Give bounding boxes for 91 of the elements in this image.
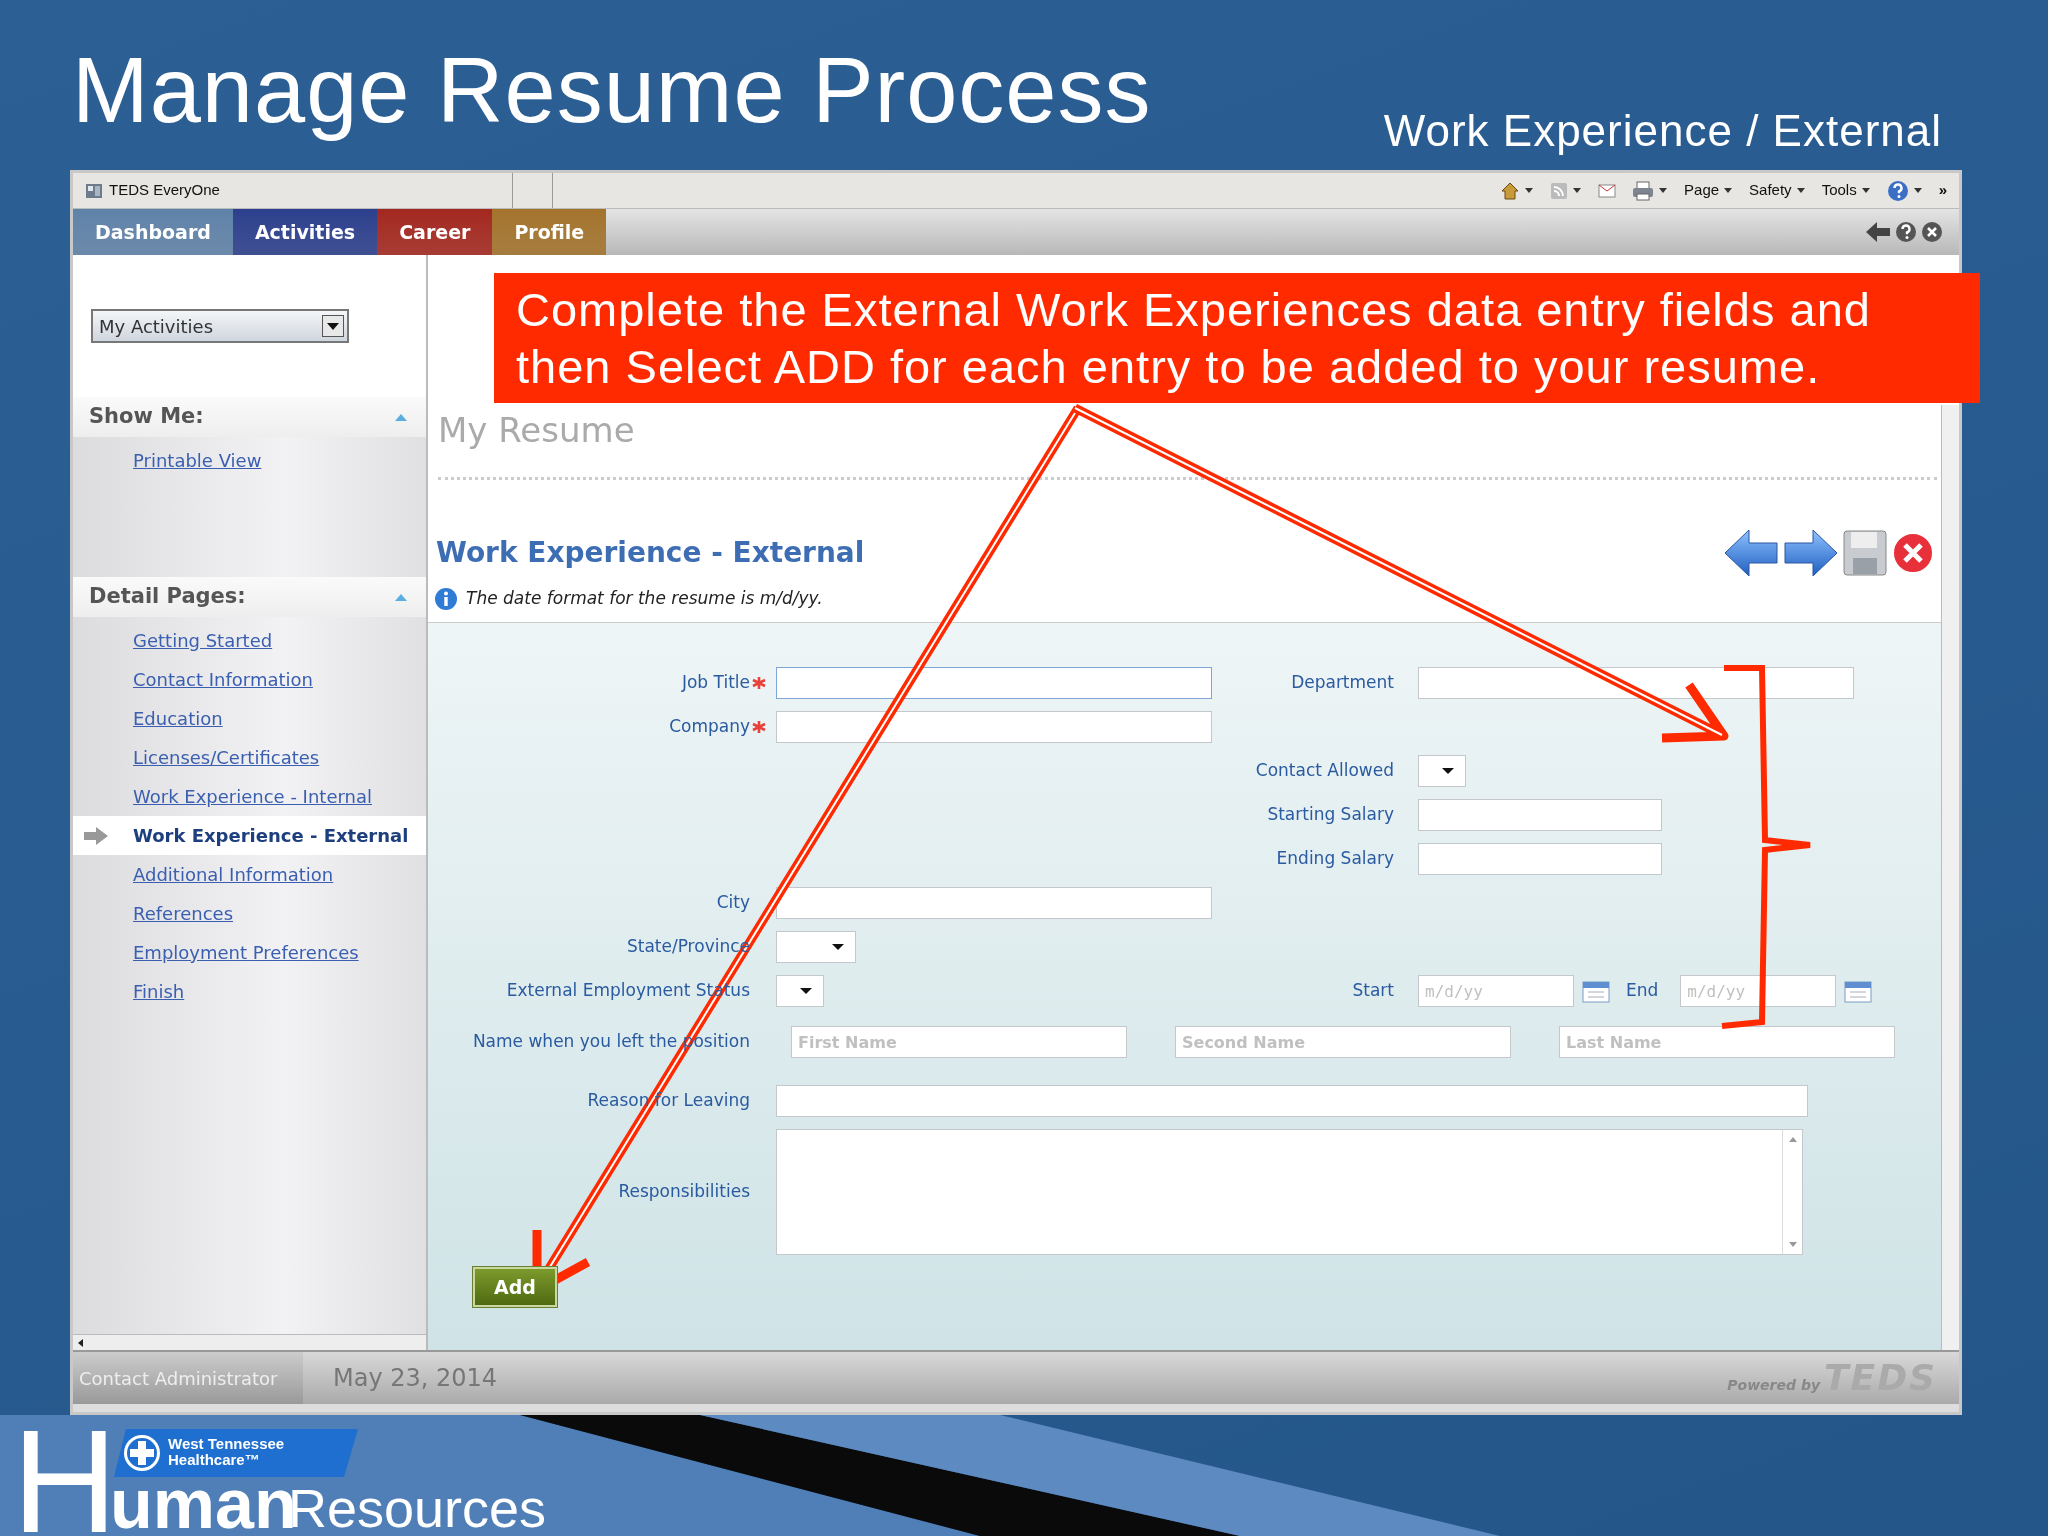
caret-icon [799, 987, 813, 995]
date-field[interactable]: m/d/yy [1680, 975, 1837, 1007]
field-label: Job Title [680, 671, 750, 695]
sidebar-link[interactable]: References [133, 900, 234, 927]
scrollbar[interactable] [73, 1334, 426, 1350]
scroll-up-icon[interactable] [1787, 1136, 1798, 1143]
powered-by-text: Powered by [1727, 1376, 1821, 1395]
save-icon[interactable] [1843, 530, 1887, 576]
page-title: My Resume [437, 409, 636, 452]
close-icon[interactable] [1891, 531, 1935, 575]
text-field[interactable] [776, 667, 1212, 699]
sidebar-link[interactable]: Employment Preferences [133, 939, 359, 966]
nav-tab[interactable]: Career [377, 209, 493, 255]
section-heading: Show Me: [89, 403, 204, 431]
field-label: Reason for Leaving [586, 1089, 750, 1113]
overflow-button[interactable]: » [1934, 179, 1951, 202]
printer-icon [1632, 180, 1655, 201]
caret-icon [1723, 186, 1734, 195]
sidebar-link[interactable]: Printable View [133, 447, 262, 474]
caret-icon [831, 943, 845, 951]
slide-title: Manage Resume Process [72, 44, 1152, 143]
caret-icon [1860, 186, 1871, 195]
calendar-icon[interactable] [1582, 979, 1610, 1003]
toolbar-menu[interactable]: Safety [1745, 179, 1810, 202]
sidebar-link[interactable]: Finish [133, 978, 185, 1005]
sidebar-link[interactable]: Contact Information [133, 666, 313, 693]
activities-dropdown[interactable]: My Activities [91, 309, 349, 343]
tab-title: TEDS EveryOne [109, 180, 220, 201]
toolbar-menu[interactable]: Page [1680, 179, 1738, 202]
collapse-icon[interactable] [394, 412, 408, 422]
date-field[interactable]: m/d/yy [1418, 975, 1574, 1007]
home-icon [1500, 180, 1521, 201]
section-title: Work Experience - External [436, 535, 865, 571]
caret-icon [1658, 186, 1669, 195]
dropdown[interactable] [1418, 755, 1466, 787]
field-label: Company [668, 715, 750, 739]
sidebar-link[interactable]: Getting Started [133, 627, 273, 654]
text-field[interactable] [776, 711, 1212, 743]
date-text: May 23, 2014 [333, 1363, 498, 1394]
help-icon[interactable] [1886, 179, 1909, 202]
field-label: Contact Allowed [1254, 759, 1394, 783]
field-label: Department [1290, 671, 1394, 695]
text-field[interactable] [1418, 667, 1854, 699]
slide-subtitle: Work Experience / External [1383, 105, 1942, 157]
toolbar-menu[interactable]: Tools [1817, 179, 1875, 202]
caret-icon [1441, 767, 1455, 775]
sidebar-link[interactable]: Work Experience - Internal [133, 783, 372, 810]
field-label: Start [1351, 979, 1394, 1003]
name-field[interactable]: Second Name [1175, 1026, 1511, 1058]
field-label: City [715, 891, 750, 915]
mail-icon [1598, 183, 1617, 198]
name-field[interactable]: First Name [791, 1026, 1127, 1058]
help-icon[interactable] [1895, 221, 1917, 243]
arrow-icon [83, 826, 109, 846]
text-field[interactable] [1418, 843, 1662, 875]
back-arrow-icon[interactable] [1865, 221, 1891, 243]
nav-tab[interactable]: Dashboard [73, 209, 233, 255]
section-heading: Detail Pages: [89, 583, 246, 611]
field-label: Starting Salary [1266, 803, 1394, 827]
text-field[interactable] [776, 1085, 1808, 1117]
info-icon [434, 587, 458, 611]
close-icon[interactable] [1921, 221, 1943, 243]
sidebar-link[interactable]: Additional Information [133, 861, 334, 888]
nav-tab[interactable]: Profile [492, 209, 607, 255]
add-button[interactable]: Add [473, 1267, 557, 1307]
scroll-down-icon[interactable] [1787, 1241, 1798, 1248]
feed-icon [1550, 181, 1569, 200]
text-field[interactable] [1418, 799, 1662, 831]
text-field[interactable] [776, 887, 1212, 919]
nav-tab[interactable]: Activities [232, 209, 378, 255]
scrollbar[interactable] [1941, 405, 1959, 1350]
callout-banner: Complete the External Work Experiences data entry fields and then Select ADD for each entry to be added to your resume. [494, 273, 1980, 403]
caret-icon [1795, 186, 1806, 195]
field-label: Ending Salary [1275, 847, 1394, 871]
calendar-icon[interactable] [1844, 979, 1873, 1003]
name-field[interactable]: Last Name [1559, 1026, 1895, 1058]
page-icon [85, 181, 103, 200]
dropdown[interactable] [776, 931, 856, 963]
caret-icon [1912, 186, 1923, 195]
field-label: End [1626, 979, 1659, 1003]
caret-icon [1524, 186, 1535, 195]
sidebar-link[interactable]: Licenses/Certificates [133, 744, 320, 771]
info-text: The date format for the resume is m/d/yy. [466, 587, 823, 611]
back-arrow-icon[interactable] [1723, 528, 1779, 578]
dropdown[interactable] [776, 975, 824, 1007]
caret-icon [1572, 186, 1583, 195]
sidebar-link[interactable]: Education [133, 705, 223, 732]
forward-arrow-icon[interactable] [1783, 528, 1839, 578]
collapse-icon[interactable] [394, 592, 408, 602]
field-label: Responsibilities [617, 1180, 750, 1204]
browser-tab[interactable]: TEDS EveryOne [73, 173, 513, 208]
